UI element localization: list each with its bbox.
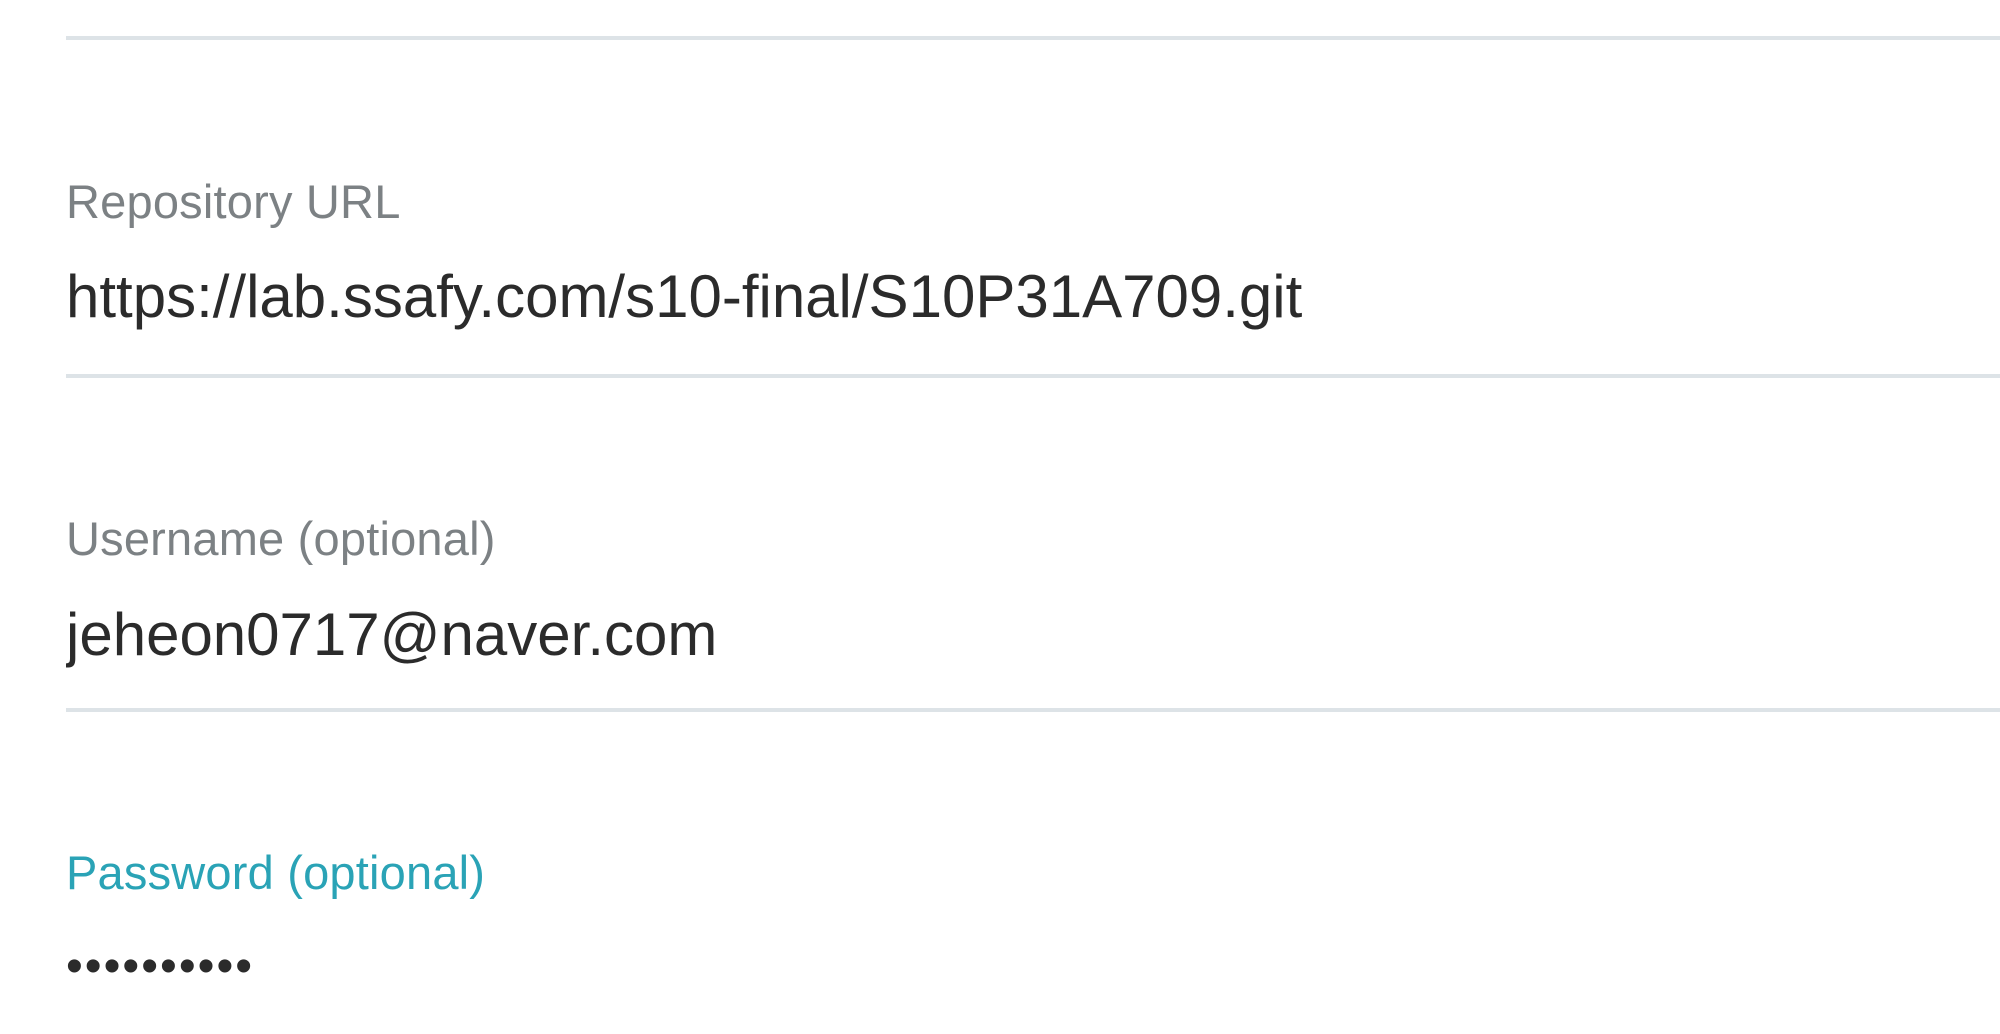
username-label: Username (optional) xyxy=(66,512,496,565)
password-label: Password (optional) xyxy=(66,846,486,899)
top-divider xyxy=(66,36,2000,40)
repository-url-input[interactable] xyxy=(66,262,1996,332)
username-input[interactable] xyxy=(66,600,1996,670)
repository-url-label: Repository URL xyxy=(66,175,401,228)
git-repository-form: Repository URL Username (optional) Passw… xyxy=(0,0,2000,1034)
password-input[interactable] xyxy=(66,932,1996,1002)
repository-url-underline xyxy=(66,374,2000,378)
username-underline xyxy=(66,708,2000,712)
